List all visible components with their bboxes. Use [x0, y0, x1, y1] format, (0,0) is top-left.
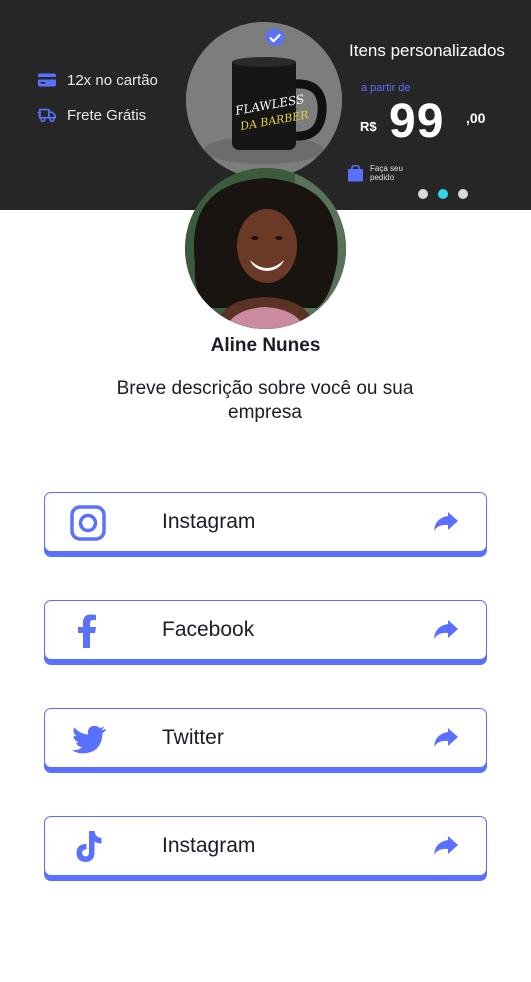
carousel-dot[interactable] [418, 189, 428, 199]
tiktok-icon [76, 831, 102, 862]
link-label: Instagram [162, 510, 256, 533]
link-label: Facebook [162, 618, 255, 641]
verified-badge-icon [265, 28, 285, 47]
share-arrow-icon [434, 620, 458, 639]
link-instagram[interactable]: Instagram [44, 492, 487, 552]
order-label: Faça seu pedido [370, 164, 403, 182]
promo-currency: R$ [360, 119, 377, 134]
profile-description: Breve descrição sobre você ou sua empres… [116, 378, 414, 423]
carousel-dot[interactable] [458, 189, 468, 199]
promo-title: Itens personalizados [349, 41, 505, 60]
promo-cents: ,00 [466, 110, 486, 126]
feature-free-shipping-label: Frete Grátis [67, 106, 147, 124]
promo-subtitle: a partir de [361, 82, 411, 94]
link-twitter[interactable]: Twitter [44, 708, 487, 768]
feature-installments-label: 12x no cartão [67, 71, 158, 89]
instagram-icon [70, 505, 106, 541]
share-arrow-icon [434, 836, 458, 855]
feature-installments: 12x no cartão [37, 71, 158, 89]
twitter-icon [72, 725, 106, 754]
feature-free-shipping: Frete Grátis [37, 106, 146, 124]
promo-price: 99 [389, 95, 445, 148]
shopping-bag-icon [348, 164, 363, 181]
facebook-icon [78, 614, 96, 648]
order-button[interactable]: Faça seu pedido [347, 164, 410, 182]
share-arrow-icon [434, 728, 458, 747]
profile-avatar [185, 168, 346, 329]
link-label: Twitter [162, 726, 224, 749]
delivery-truck-icon [37, 108, 56, 123]
profile-name: Aline Nunes [210, 335, 321, 356]
share-arrow-icon [434, 512, 458, 531]
carousel-dot-active[interactable] [438, 189, 448, 199]
link-label: Instagram [162, 834, 256, 857]
social-links: Instagram Facebook Twitter Instagram [44, 492, 487, 924]
carousel-indicators [418, 189, 468, 199]
credit-card-icon [38, 73, 56, 87]
link-facebook[interactable]: Facebook [44, 600, 487, 660]
link-tiktok[interactable]: Instagram [44, 816, 487, 876]
